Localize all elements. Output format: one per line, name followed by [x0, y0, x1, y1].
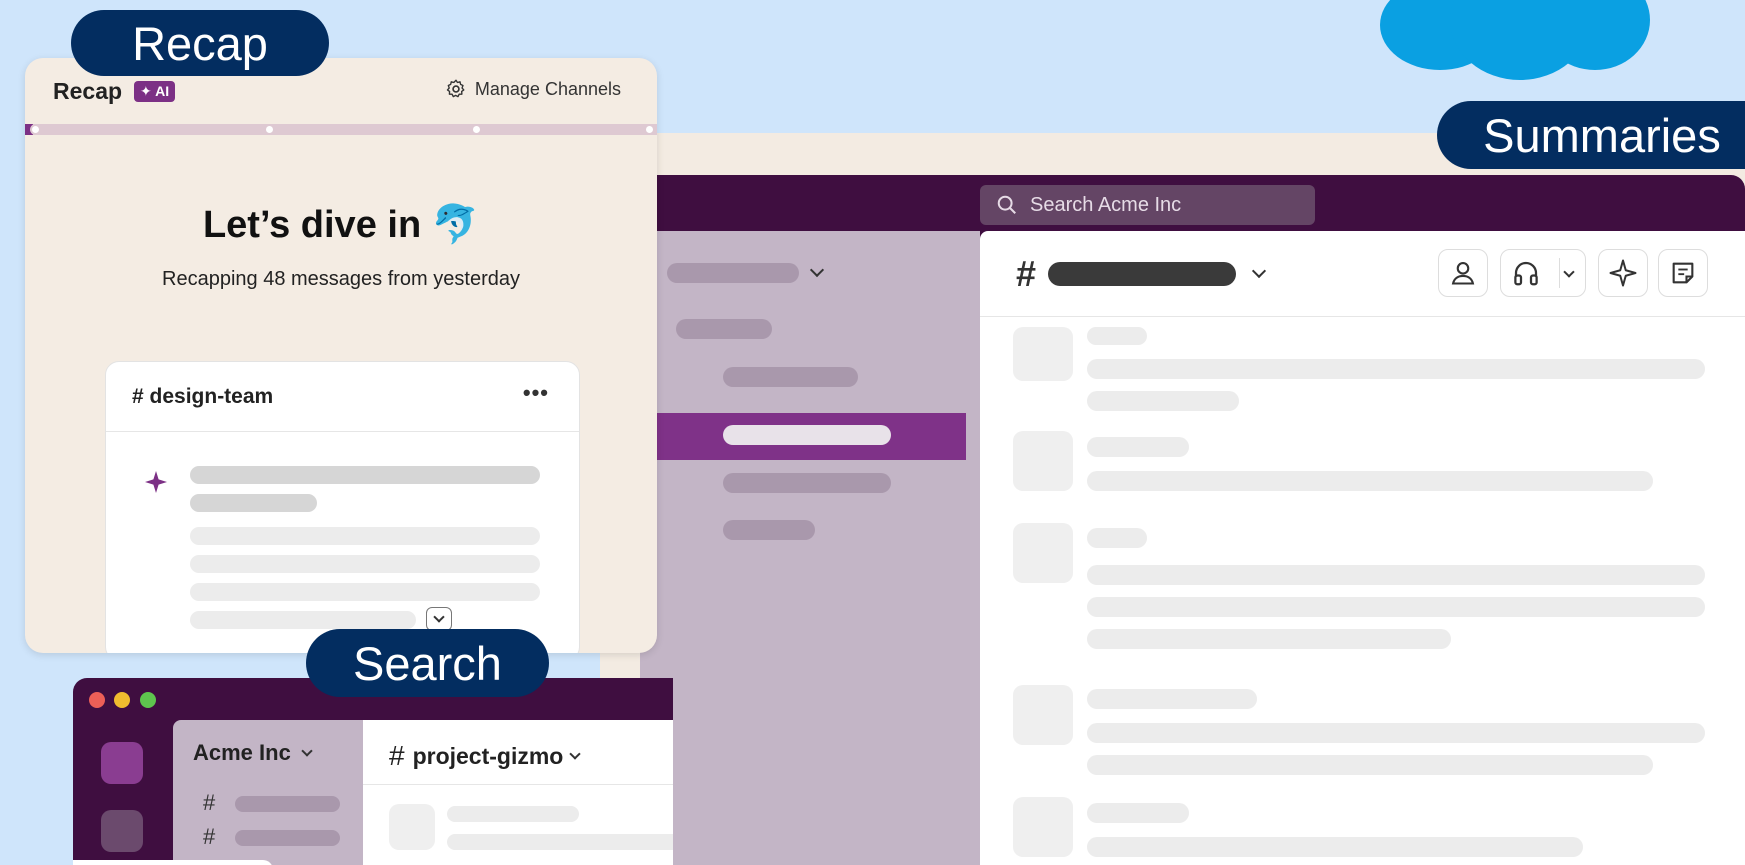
- message-line: [1087, 391, 1239, 411]
- recap-title: Recap: [53, 77, 123, 104]
- recap-subheading: Recapping 48 messages from yesterday: [162, 268, 520, 290]
- workspace-name-placeholder[interactable]: [667, 263, 799, 283]
- expand-button[interactable]: [426, 607, 452, 631]
- message-line: [1087, 565, 1705, 585]
- overlay-card-edge: [73, 860, 273, 865]
- progress-step[interactable]: [264, 124, 275, 135]
- workspace-menu[interactable]: Acme Inc: [193, 740, 313, 766]
- message-line: [1087, 837, 1583, 857]
- message-line: [447, 806, 579, 822]
- message-line: [1087, 689, 1257, 709]
- message-line: [1087, 327, 1147, 345]
- message-avatar: [1013, 327, 1073, 381]
- ai-badge: ✦ AI: [134, 80, 176, 102]
- message-line: [1087, 803, 1189, 823]
- channel-hash: #: [203, 790, 216, 815]
- summary-line: [190, 494, 317, 512]
- channel-name-placeholder[interactable]: [1048, 261, 1237, 286]
- sidebar-item-active-label: [723, 425, 891, 445]
- message-line: [447, 834, 673, 850]
- channel-name: project-gizmo: [412, 742, 564, 769]
- message-line: [1087, 755, 1653, 775]
- brand-cloud-logo: [1380, 0, 1650, 80]
- message-line: [1087, 471, 1653, 491]
- ai-summary-button[interactable]: [1598, 249, 1648, 297]
- headphones-icon: [1514, 261, 1538, 286]
- channel-sidebar: [640, 231, 980, 865]
- message-avatar: [389, 804, 435, 850]
- progress-step[interactable]: [471, 124, 482, 135]
- message-line: [1087, 437, 1189, 457]
- sidebar-item[interactable]: [723, 520, 815, 540]
- search-window: Acme Inc # # # project-gizmo: [73, 678, 673, 865]
- members-button[interactable]: [1438, 249, 1488, 297]
- huddle-button[interactable]: [1500, 249, 1586, 297]
- message-line: [1087, 597, 1705, 617]
- member-icon: [1451, 262, 1475, 285]
- message-avatar: [1013, 797, 1073, 857]
- summary-line: [190, 527, 540, 545]
- channel-hash: #: [389, 740, 405, 771]
- window-maximize-button[interactable]: [140, 692, 156, 708]
- message-line: [1087, 629, 1451, 649]
- search-window-channel: # project-gizmo: [363, 720, 673, 865]
- workspace-switcher[interactable]: [101, 742, 143, 784]
- channel-hash: #: [1016, 252, 1037, 294]
- chevron-down-icon[interactable]: [809, 262, 825, 278]
- summary-line: [190, 555, 540, 573]
- channel-hash: #: [203, 824, 216, 849]
- canvas-icon: [1672, 262, 1694, 284]
- manage-channels-button[interactable]: Manage Channels: [445, 78, 621, 100]
- header-divider: [363, 784, 673, 785]
- summary-line: [190, 466, 540, 484]
- recap-progress: [25, 124, 657, 135]
- more-icon[interactable]: •••: [523, 380, 549, 406]
- workspace-name: Acme Inc: [193, 740, 291, 765]
- channel-recap-name: # design-team: [132, 384, 274, 408]
- progress-step[interactable]: [30, 124, 41, 135]
- manage-channels-label: Manage Channels: [474, 78, 621, 99]
- channel-header[interactable]: # project-gizmo: [389, 740, 582, 772]
- message-line: [1087, 723, 1705, 743]
- progress-step[interactable]: [644, 124, 655, 135]
- chevron-down-icon: [301, 744, 313, 757]
- sidebar-item[interactable]: [235, 796, 340, 812]
- summaries-window: Search Acme Inc #: [640, 175, 1745, 865]
- recap-heading: Let’s dive in 🐬: [202, 204, 480, 246]
- workspace-switcher[interactable]: [101, 810, 143, 852]
- window-close-button[interactable]: [89, 692, 105, 708]
- summary-line: [190, 583, 540, 601]
- search-icon: [997, 195, 1016, 214]
- summaries-label: Summaries: [1437, 101, 1745, 169]
- channel-view: #: [980, 231, 1745, 865]
- chevron-down-icon[interactable]: [1563, 266, 1575, 278]
- recap-label: Recap: [71, 10, 329, 76]
- message-avatar: [1013, 431, 1073, 491]
- channel-recap-header: # design-team •••: [106, 362, 579, 432]
- search-label: Search: [306, 629, 549, 697]
- sparkle-icon: [145, 471, 167, 493]
- gear-icon: [446, 79, 465, 98]
- message-avatar: [1013, 685, 1073, 745]
- search-bar[interactable]: Search Acme Inc: [980, 185, 1315, 225]
- window-minimize-button[interactable]: [114, 692, 130, 708]
- chevron-down-icon[interactable]: [1251, 263, 1267, 278]
- chevron-down-icon: [569, 747, 582, 760]
- canvas-button[interactable]: [1658, 249, 1708, 297]
- search-placeholder: Search Acme Inc: [1030, 193, 1182, 216]
- search-window-sidebar: Acme Inc # #: [173, 720, 363, 865]
- channel-recap-card: # design-team •••: [105, 361, 580, 653]
- channel-header: #: [980, 231, 1745, 317]
- message-line: [1087, 359, 1705, 379]
- chevron-down-icon: [433, 611, 445, 623]
- message-avatar: [1013, 523, 1073, 583]
- sidebar-item[interactable]: [235, 830, 340, 846]
- recap-panel: Recap ✦ AI Manage Channels Let’s dive in…: [25, 58, 657, 653]
- summary-line: [190, 611, 416, 629]
- section-placeholder[interactable]: [676, 319, 772, 339]
- sidebar-item[interactable]: [723, 367, 858, 387]
- sparkle-icon: [1609, 259, 1637, 287]
- sidebar-item[interactable]: [723, 473, 891, 493]
- message-line: [1087, 528, 1147, 548]
